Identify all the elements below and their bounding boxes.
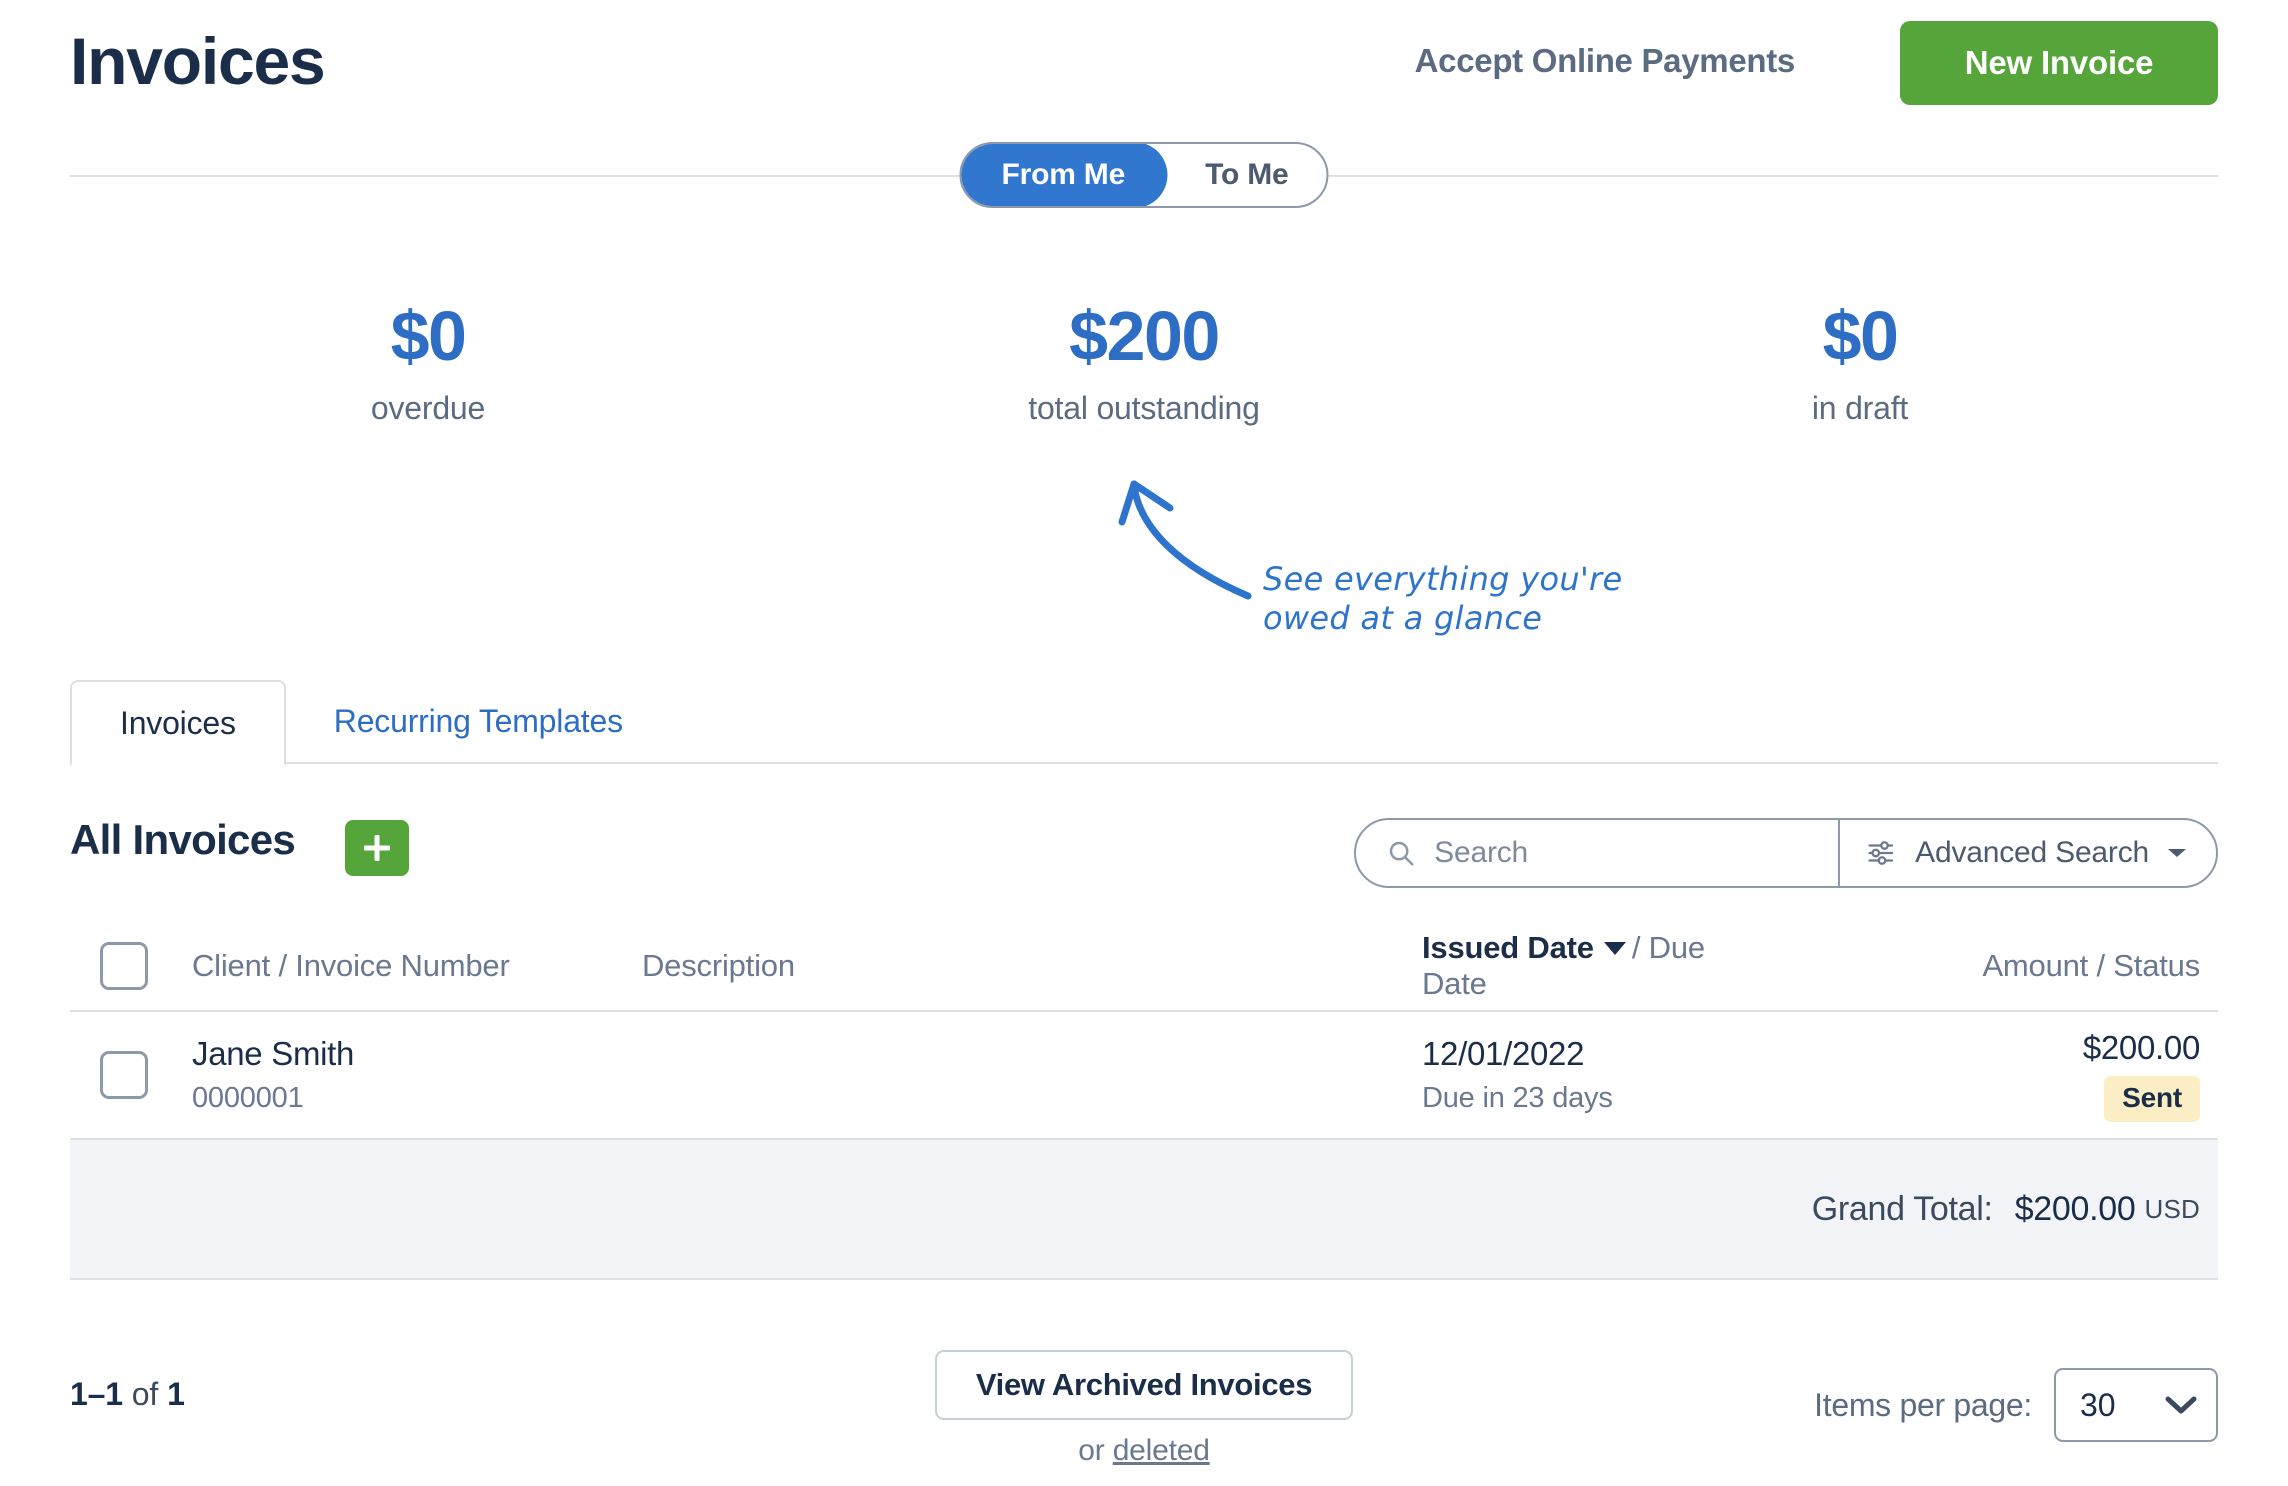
items-per-page: Items per page: 30 [1814, 1368, 2218, 1442]
from-to-toggle[interactable]: From Me To Me [959, 142, 1329, 208]
pagination-total: 1 [167, 1376, 185, 1412]
table-footer: 1–1 of 1 View Archived Invoices or deleted… [70, 1350, 2218, 1480]
chevron-down-icon [2165, 1396, 2197, 1414]
tab-recurring-templates[interactable]: Recurring Templates [286, 678, 671, 764]
table-header-row: Client / Invoice Number Description Issu… [70, 922, 2218, 1012]
or-text: or [1078, 1434, 1113, 1467]
deleted-link[interactable]: deleted [1113, 1434, 1210, 1467]
sliders-icon [1868, 841, 1894, 865]
grand-total-row: Grand Total: $200.00 USD [70, 1140, 2218, 1280]
stat-in-draft-label: in draft [1811, 389, 1909, 426]
accept-online-payments-link[interactable]: Accept Online Payments [1415, 42, 1796, 80]
items-per-page-value: 30 [2080, 1386, 2116, 1423]
search-bar: Advanced Search [1354, 818, 2218, 888]
column-header-amount-status[interactable]: Amount / Status [1758, 948, 2218, 984]
cell-client: Jane Smith 0000001 [192, 1035, 642, 1115]
grand-total-currency: USD [2144, 1193, 2200, 1224]
search-icon [1389, 841, 1414, 866]
cell-date: 12/01/2022 Due in 23 days [1422, 1035, 1758, 1115]
amount: $200.00 [2082, 1028, 2200, 1066]
toggle-option-from-me[interactable]: From Me [961, 144, 1168, 206]
items-per-page-select[interactable]: 30 [2054, 1368, 2218, 1442]
client-name[interactable]: Jane Smith [192, 1035, 642, 1073]
sort-caret-down-icon [1603, 942, 1626, 955]
stat-total-outstanding-label: total outstanding [1028, 389, 1260, 426]
select-all-cell [70, 942, 192, 990]
column-header-description[interactable]: Description [642, 948, 1422, 984]
table-row[interactable]: Jane Smith 0000001 12/01/2022 Due in 23 … [70, 1012, 2218, 1140]
stat-total-outstanding-value: $200 [1069, 297, 1220, 375]
column-header-date[interactable]: Issued Date / Due Date [1422, 930, 1758, 1002]
callout-annotation: See everything you're owed at a glance [1100, 470, 1622, 637]
stat-overdue-label: overdue [370, 389, 486, 426]
archived-section: View Archived Invoices or deleted [935, 1350, 1353, 1468]
chevron-down-icon [2168, 849, 2186, 857]
column-header-issued-date[interactable]: Issued Date [1422, 930, 1594, 965]
tab-invoices[interactable]: Invoices [70, 680, 286, 766]
deleted-line: or deleted [1078, 1434, 1210, 1468]
due-text: Due in 23 days [1422, 1082, 1613, 1114]
plus-icon [364, 835, 390, 861]
stat-total-outstanding: $200 total outstanding [786, 297, 1502, 427]
issued-date: 12/01/2022 [1422, 1035, 1585, 1072]
row-checkbox[interactable] [100, 1051, 148, 1099]
stat-overdue: $0 overdue [70, 297, 786, 427]
invoice-number: 0000001 [192, 1082, 304, 1114]
curved-arrow-icon [1118, 480, 1252, 600]
annotation-text: See everything you're owed at a glance [1263, 560, 1683, 638]
content-tabs: Invoices Recurring Templates [70, 678, 671, 766]
search-input[interactable] [1432, 835, 1823, 871]
stat-overdue-value: $0 [390, 297, 467, 375]
items-per-page-label: Items per page: [1814, 1386, 2032, 1423]
status-badge: Sent [2104, 1075, 2200, 1122]
pagination-range: 1–1 [70, 1376, 123, 1412]
column-header-client[interactable]: Client / Invoice Number [192, 948, 642, 984]
summary-stats: $0 overdue $200 total outstanding $0 in … [70, 297, 2218, 427]
grand-total-value: $200.00 [2014, 1189, 2136, 1228]
search-field[interactable] [1356, 820, 1838, 886]
pagination-of: of [131, 1376, 159, 1412]
grand-total-label: Grand Total: [1811, 1189, 1993, 1228]
select-all-checkbox[interactable] [100, 942, 148, 990]
cell-amount-status: $200.00 Sent [1758, 1029, 2218, 1122]
invoices-page: Invoices Accept Online Payments New Invo… [0, 0, 2288, 1486]
advanced-search-button[interactable]: Advanced Search [1840, 820, 2216, 886]
pagination-count: 1–1 of 1 [70, 1376, 185, 1413]
advanced-search-label: Advanced Search [1915, 836, 2149, 869]
page-title: Invoices [70, 24, 326, 98]
stat-in-draft: $0 in draft [1502, 297, 2218, 427]
list-title: All Invoices [70, 816, 296, 863]
view-archived-invoices-button[interactable]: View Archived Invoices [935, 1350, 1353, 1420]
annotation-line-2: owed at a glance [1263, 599, 1543, 638]
row-select-cell [70, 1051, 192, 1099]
new-invoice-button[interactable]: New Invoice [1900, 21, 2218, 105]
invoices-table: Client / Invoice Number Description Issu… [70, 922, 2218, 1280]
add-invoice-button[interactable] [345, 820, 409, 876]
stat-in-draft-value: $0 [1822, 297, 1899, 375]
annotation-line-1: See everything you're [1263, 560, 1623, 598]
toggle-option-to-me[interactable]: To Me [1167, 144, 1326, 206]
